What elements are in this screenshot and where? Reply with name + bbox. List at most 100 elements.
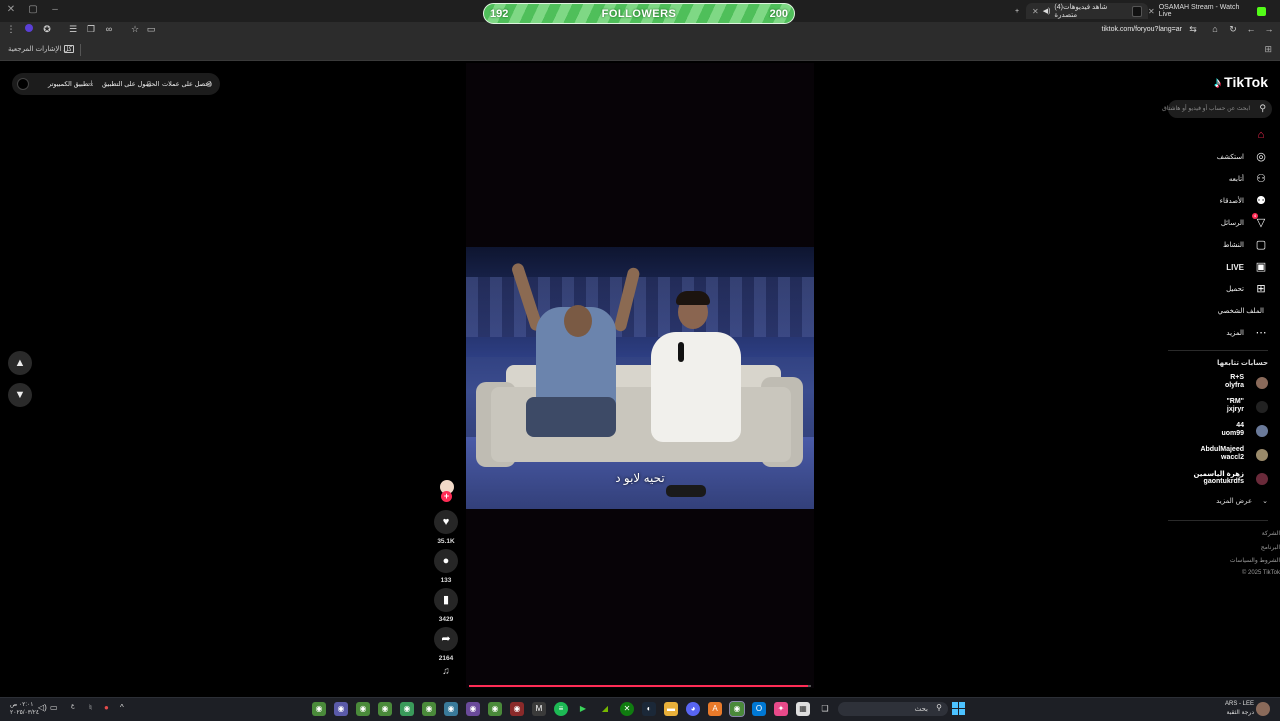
- menu-dots-icon[interactable]: ⋮: [4, 24, 18, 35]
- get-coins-link[interactable]: احصل على عملات: [162, 80, 211, 88]
- previous-video-button[interactable]: ▲: [8, 351, 32, 375]
- dark-mode-toggle[interactable]: [17, 78, 29, 90]
- link-icon[interactable]: ∞: [102, 24, 116, 34]
- bookmark-star-icon[interactable]: ☆: [128, 24, 142, 35]
- monitor-icon[interactable]: ▭: [50, 703, 58, 712]
- like-button[interactable]: ♥: [434, 510, 458, 534]
- chrome-profile-icon[interactable]: ◉: [422, 702, 436, 716]
- sidebar-item-friends[interactable]: الأصدقاء ⚉: [1148, 194, 1268, 210]
- copy-icon[interactable]: ❐: [84, 24, 98, 35]
- sidebar-item-home[interactable]: ⌂: [1148, 128, 1268, 144]
- chrome-profile-icon[interactable]: ◉: [334, 702, 348, 716]
- home-browser-icon[interactable]: ⌂: [1208, 24, 1222, 34]
- weather-text[interactable]: ع: [71, 702, 75, 709]
- tab-osamah-stream[interactable]: ✕ OSAMAH Stream - Watch Live: [1142, 3, 1272, 19]
- follow-plus-button[interactable]: +: [441, 491, 452, 502]
- chrome-profile-icon[interactable]: ◉: [444, 702, 458, 716]
- activity-icon: ▢: [1255, 239, 1267, 251]
- keyboard-language[interactable]: ARS - LEE: [1225, 701, 1254, 707]
- followed-account[interactable]: R+S olyfra: [1148, 374, 1268, 392]
- back-icon[interactable]: →: [1262, 24, 1276, 34]
- xbox-icon[interactable]: ✕: [620, 702, 634, 716]
- new-tab-button[interactable]: +: [1009, 3, 1025, 19]
- followed-account[interactable]: "RM" jxjryr: [1148, 398, 1268, 416]
- chatgpt-icon[interactable]: M: [532, 702, 546, 716]
- file-explorer-icon[interactable]: ▬: [664, 702, 678, 716]
- steam-icon[interactable]: ◐: [642, 702, 656, 716]
- restore-window-icon[interactable]: ▢: [26, 4, 40, 15]
- footer-terms-link[interactable]: الشروط والسياسات: [1230, 557, 1280, 564]
- discord-icon[interactable]: ◕: [686, 702, 700, 716]
- followed-account[interactable]: AbdulMajeed waccl2: [1148, 446, 1268, 464]
- forward-icon[interactable]: ←: [1244, 24, 1258, 34]
- sidebar-item-live[interactable]: LIVE ▣: [1148, 260, 1268, 276]
- cast-icon[interactable]: ▭: [144, 24, 158, 35]
- extension-icon[interactable]: [22, 24, 36, 34]
- footer-program-link[interactable]: البرنامج: [1261, 544, 1280, 551]
- user-avatar[interactable]: [1256, 702, 1270, 716]
- app-a-icon[interactable]: A: [708, 702, 722, 716]
- taskbar-search-input[interactable]: بحث ⚲: [838, 702, 948, 716]
- footer-copyright: © 2025 TikTok: [1241, 570, 1280, 576]
- close-window-icon[interactable]: ✕: [4, 4, 18, 15]
- reading-list-icon[interactable]: ☰: [66, 24, 80, 35]
- search-input[interactable]: ابحث عن حساب أو فيديو أو هاشتاق ⚲: [1162, 100, 1272, 118]
- search-icon[interactable]: ⚲: [1259, 103, 1266, 114]
- speaker-icon[interactable]: ◁): [38, 703, 47, 712]
- sidebar-item-messages[interactable]: الرسائل ▽ 4: [1148, 213, 1268, 232]
- comment-button[interactable]: ●: [434, 549, 458, 573]
- close-tab-icon[interactable]: ✕: [1032, 7, 1039, 16]
- chrome-active-icon[interactable]: ◉: [729, 701, 745, 717]
- share-button[interactable]: ➦: [434, 627, 458, 651]
- comment-icon: ●: [442, 555, 450, 567]
- sidebar-item-explore[interactable]: استكشف ◎: [1148, 150, 1268, 166]
- adblock-icon[interactable]: ✪: [40, 24, 54, 35]
- footer-company-link[interactable]: الشركة: [1262, 530, 1280, 537]
- sidebar-item-activity[interactable]: النشاط ▢: [1148, 238, 1268, 254]
- task-view-icon[interactable]: ❑: [818, 702, 832, 716]
- sidebar-item-profile[interactable]: الملف الشخصي: [1148, 304, 1268, 320]
- microphone-icon[interactable]: ♮: [89, 703, 92, 712]
- desktop-app-link[interactable]: تطبيق الكمبيوتر: [48, 80, 90, 88]
- site-settings-icon[interactable]: ⇆: [1186, 24, 1200, 35]
- minimize-window-icon[interactable]: –: [48, 4, 62, 15]
- video-player[interactable]: تحيه لابو د: [466, 247, 814, 509]
- sidebar-item-upload[interactable]: تحميل ⊞: [1148, 282, 1268, 298]
- reload-icon[interactable]: ↻: [1226, 24, 1240, 35]
- tiktok-logo[interactable]: ♪ TikTok: [1214, 74, 1268, 90]
- tray-chevron-up-icon[interactable]: ^: [120, 703, 124, 712]
- store-icon[interactable]: ▦: [796, 702, 810, 716]
- music-disc-icon[interactable]: ♫: [436, 666, 456, 682]
- chrome-profile-icon[interactable]: ◉: [312, 702, 326, 716]
- chrome-profile-icon[interactable]: ◉: [378, 702, 392, 716]
- video-progress-bar[interactable]: [469, 685, 811, 687]
- followed-account[interactable]: 44 uom99: [1148, 422, 1268, 440]
- account-name: AbdulMajeed: [1200, 446, 1244, 453]
- chrome-profile-icon[interactable]: ◉: [356, 702, 370, 716]
- nvidia-icon[interactable]: ◢: [598, 702, 612, 716]
- followed-account[interactable]: زهرة الياسمين gaontukrdfs: [1148, 470, 1268, 488]
- media-play-icon[interactable]: ▶: [576, 702, 590, 716]
- chrome-profile-icon[interactable]: ◉: [510, 702, 524, 716]
- sidebar-item-more[interactable]: المزيد ⋯: [1148, 326, 1268, 342]
- all-bookmarks-link[interactable]: كل الإشارات المرجعية: [8, 45, 72, 53]
- save-button[interactable]: ▮: [434, 588, 458, 612]
- outlook-icon[interactable]: O: [752, 702, 766, 716]
- chrome-profile-icon[interactable]: ◉: [466, 702, 480, 716]
- close-tab-icon[interactable]: ✕: [1148, 7, 1155, 16]
- copilot-icon[interactable]: ✦: [774, 702, 788, 716]
- audio-icon[interactable]: ◀): [1043, 7, 1051, 15]
- clock-date[interactable]: ٢٠٢٥/٠٣/٢٤: [10, 709, 39, 716]
- clock-time[interactable]: ٠٢:٠١ ص: [10, 701, 33, 708]
- chrome-profile-icon[interactable]: ◉: [400, 702, 414, 716]
- next-video-button[interactable]: ▼: [8, 383, 32, 407]
- spotify-icon[interactable]: ≡: [554, 702, 568, 716]
- tab-tiktok[interactable]: ✕ ◀) (4)شاهد فيديوهات متصدرة: [1026, 3, 1148, 19]
- windows-start-icon[interactable]: [952, 702, 966, 716]
- sidebar-item-following[interactable]: أتابعه ⚇: [1148, 172, 1268, 188]
- show-more-button[interactable]: عرض المزيد ⌄: [1216, 497, 1268, 505]
- grid-apps-icon[interactable]: ⊞: [1264, 44, 1272, 55]
- record-icon[interactable]: ●: [104, 703, 109, 712]
- chrome-profile-icon[interactable]: ◉: [488, 702, 502, 716]
- address-bar[interactable]: tiktok.com/foryou?lang=ar: [1102, 26, 1182, 33]
